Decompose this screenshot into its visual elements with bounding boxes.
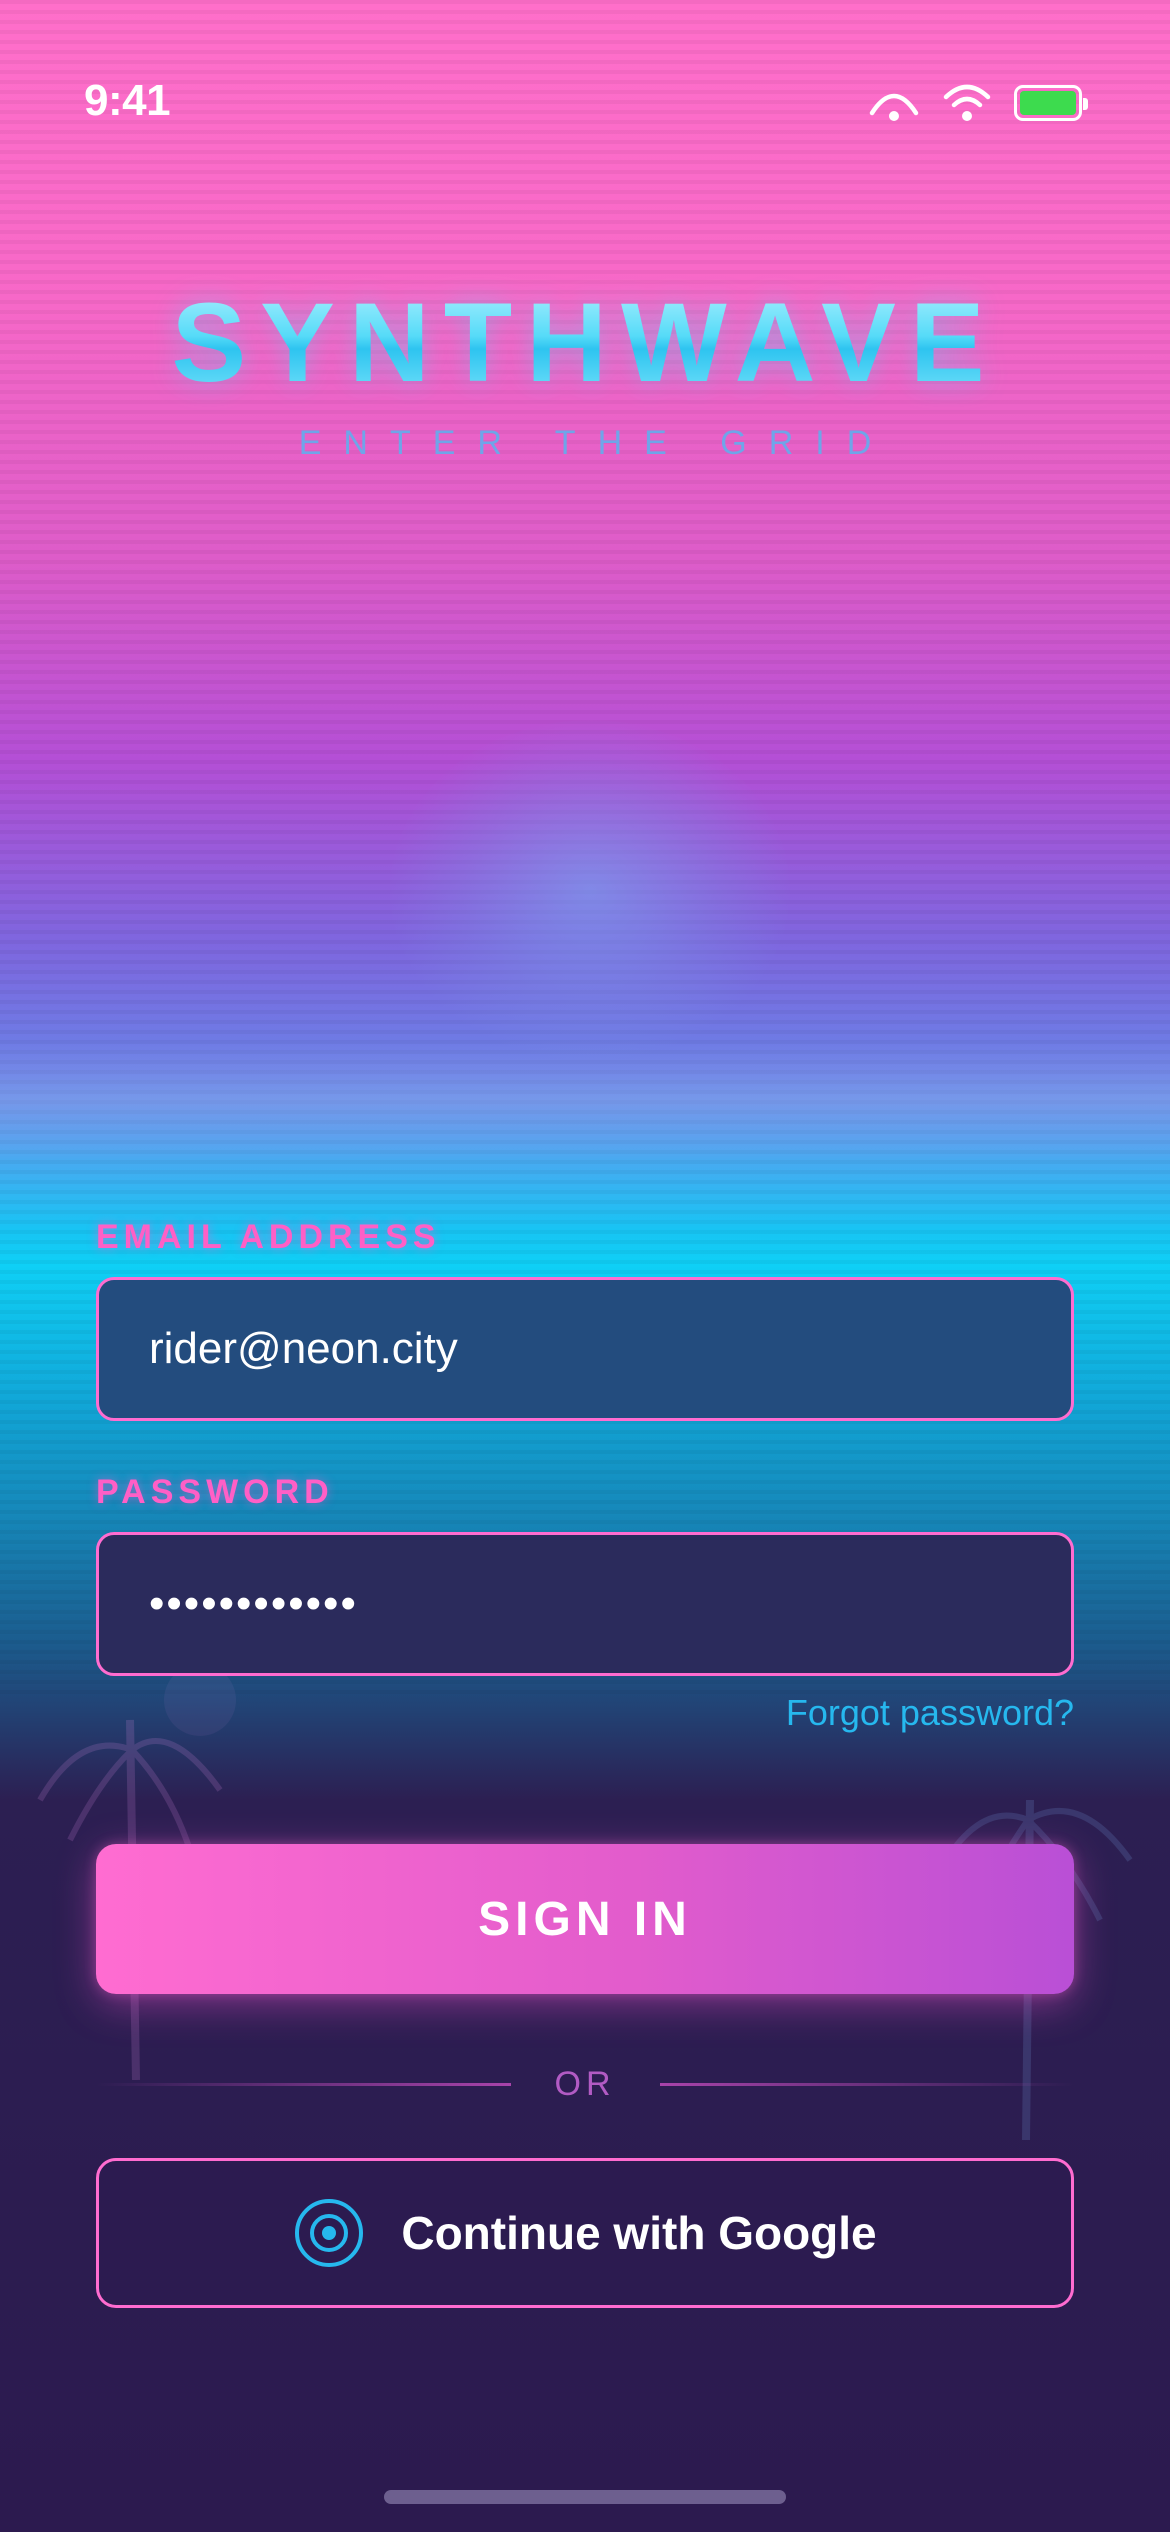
google-button-label: Continue with Google <box>401 2207 877 2259</box>
status-icons <box>868 78 1088 128</box>
email-value: rider@neon.city <box>149 1324 458 1373</box>
password-label: PASSWORD <box>96 1473 334 1511</box>
divider-line-left <box>96 2082 511 2086</box>
sign-in-button[interactable]: SIGN IN <box>96 1844 1074 1994</box>
battery-level <box>1020 91 1076 115</box>
sign-in-label: SIGN IN <box>478 1892 692 1946</box>
or-divider: OR <box>96 2058 1074 2110</box>
divider-text: OR <box>554 2064 616 2103</box>
sun-glow <box>390 720 790 1060</box>
horizon-haze <box>0 1040 1170 1160</box>
home-indicator <box>384 2490 786 2504</box>
password-value: •••••••••••• <box>149 1579 358 1628</box>
wifi-icon <box>942 83 992 123</box>
email-field[interactable]: rider@neon.city <box>96 1277 1074 1421</box>
email-label: EMAIL ADDRESS <box>96 1218 441 1256</box>
status-time: 9:41 <box>84 76 171 125</box>
password-field[interactable]: •••••••••••• <box>96 1532 1074 1676</box>
radio-target-icon <box>293 2197 365 2269</box>
signal-arc-icon <box>868 83 920 123</box>
app-title: SYNTHWAVE <box>0 278 1170 407</box>
google-sign-in-button[interactable]: Continue with Google <box>96 2158 1074 2308</box>
app-subtitle: ENTER THE GRID <box>298 424 894 462</box>
divider-line-right <box>659 2082 1074 2086</box>
battery-icon <box>1014 85 1088 121</box>
scanline-overlay <box>0 0 1170 1700</box>
forgot-password-link[interactable]: Forgot password? <box>786 1692 1074 1734</box>
